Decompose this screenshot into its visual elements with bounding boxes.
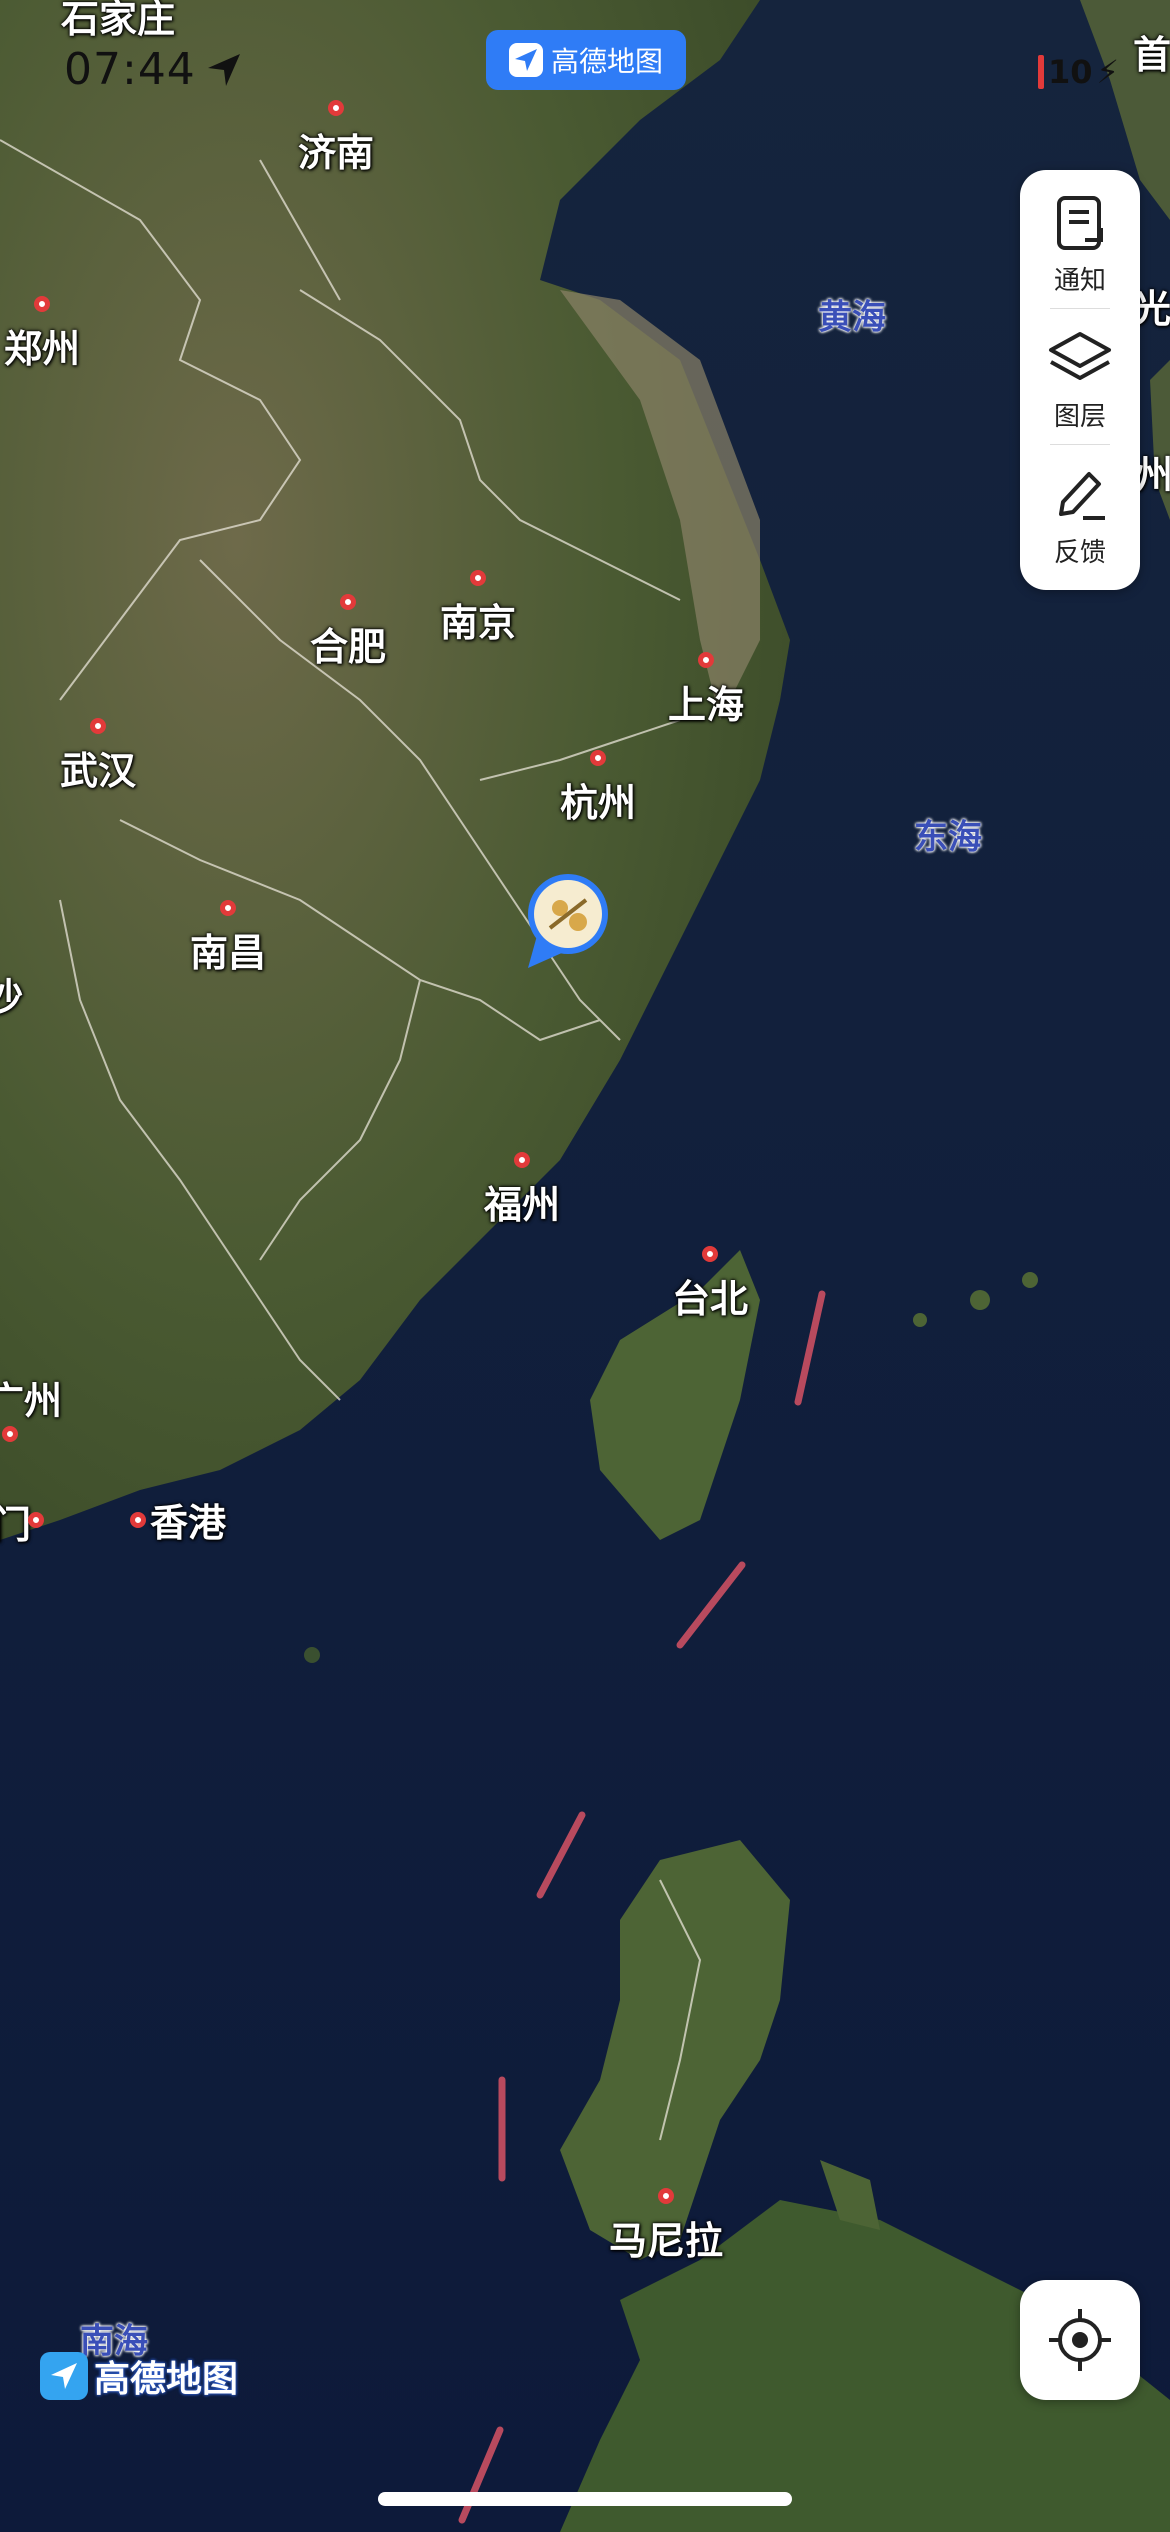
home-indicator[interactable] — [378, 2492, 792, 2506]
tool-label: 通知 — [1053, 266, 1106, 296]
map-tools-panel: 通知 图层 反馈 — [1020, 170, 1140, 590]
layers-button[interactable]: 图层 — [1020, 310, 1140, 440]
notification-button[interactable]: 通知 — [1020, 174, 1140, 304]
city-dot-icon — [2, 1426, 18, 1442]
feedback-button[interactable]: 反馈 — [1020, 446, 1140, 576]
satellite-map[interactable] — [0, 0, 1170, 2532]
city-marker-hongkong[interactable]: 香港 — [130, 1492, 226, 1547]
city-marker-shanghai[interactable]: 上海 — [668, 652, 744, 729]
charging-bolt-icon: ⚡ — [1096, 53, 1119, 91]
app-badge-label: 高德地图 — [550, 45, 663, 78]
locate-me-button[interactable] — [1020, 2280, 1140, 2400]
city-dot-icon — [513, 1152, 530, 1168]
city-marker-hefei[interactable]: 合肥 — [310, 594, 386, 671]
city-dot-icon — [469, 570, 486, 586]
crosshair-locate-icon — [1049, 2309, 1111, 2371]
city-marker-nanchang[interactable]: 南昌 — [190, 900, 266, 977]
city-dot-icon — [89, 718, 106, 734]
notification-icon — [1057, 196, 1103, 250]
status-time: 07:44 — [64, 44, 196, 95]
city-label-partial: 石家庄 — [60, 0, 176, 41]
location-arrow-icon — [208, 54, 240, 86]
battery-level: 10 — [1048, 53, 1093, 91]
city-dot-icon — [701, 1246, 718, 1262]
city-label-partial: 门 — [0, 1503, 32, 1547]
city-dot-icon — [657, 2188, 674, 2204]
city-dot-icon — [130, 1511, 146, 1528]
city-label-partial: 首 — [1132, 33, 1170, 77]
amap-logo-icon — [40, 2352, 88, 2400]
city-marker-taipei[interactable]: 台北 — [672, 1246, 748, 1323]
user-location-pin[interactable] — [524, 872, 608, 976]
city-dot-icon — [219, 900, 236, 916]
city-dot-icon — [589, 750, 606, 766]
app-return-badge[interactable]: 高德地图 — [486, 30, 686, 90]
city-marker-hangzhou[interactable]: 杭州 — [560, 750, 636, 827]
feedback-edit-icon — [1059, 472, 1105, 520]
amap-logo: 高德地图 — [40, 2350, 238, 2402]
city-marker-fuzhou[interactable]: 福州 — [484, 1152, 560, 1229]
city-label-partial: 广州 — [0, 1379, 63, 1423]
tool-label: 图层 — [1053, 402, 1106, 432]
sea-label-yellow-sea: 黄海 — [818, 297, 886, 338]
city-marker-manila[interactable]: 马尼拉 — [609, 2188, 723, 2265]
divider — [1050, 444, 1110, 445]
city-marker-wuhan[interactable]: 武汉 — [60, 718, 136, 795]
layers-icon — [1049, 332, 1111, 380]
battery-indicator: 10 ⚡ — [1038, 52, 1119, 92]
city-dot-icon — [33, 296, 50, 312]
city-marker-jinan[interactable]: 济南 — [298, 100, 374, 177]
city-dot-icon — [28, 1512, 44, 1528]
city-dot-icon — [697, 652, 714, 668]
city-marker-zhengzhou[interactable]: 郑州 — [4, 296, 80, 373]
city-dot-icon — [327, 100, 344, 116]
city-label-partial: 州 — [1134, 453, 1170, 497]
amap-logo-icon — [508, 43, 543, 77]
logo-text: 高德地图 — [94, 2359, 239, 2400]
battery-low-icon — [1038, 55, 1044, 89]
city-label-partial: 沙 — [0, 975, 24, 1019]
divider — [1050, 308, 1110, 309]
tool-label: 反馈 — [1053, 538, 1106, 568]
city-marker-nanjing[interactable]: 南京 — [440, 570, 516, 647]
city-dot-icon — [339, 594, 356, 610]
sea-label-east-china-sea: 东海 — [914, 817, 982, 858]
